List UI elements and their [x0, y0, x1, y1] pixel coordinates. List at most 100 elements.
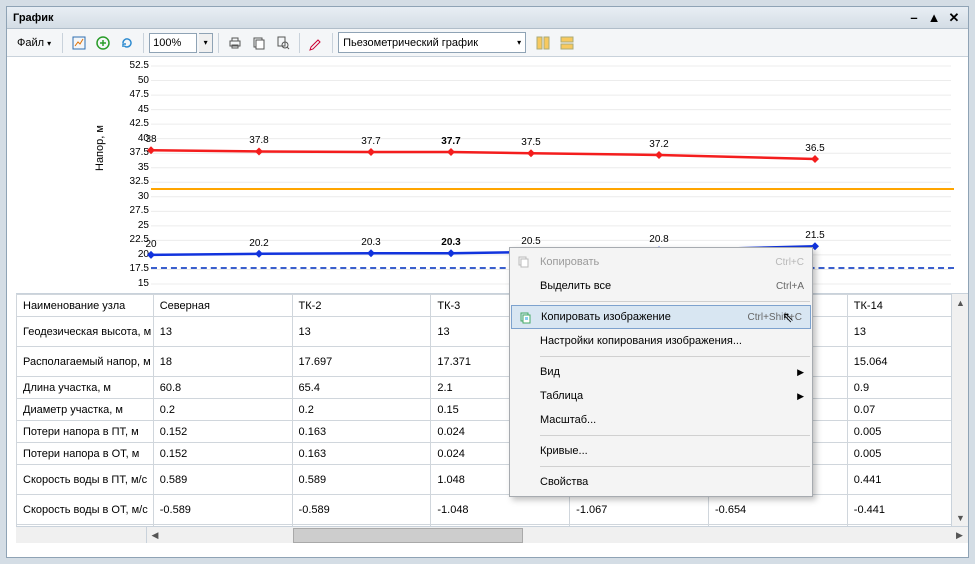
point-label: 37.2: [649, 139, 668, 150]
cm-copy: Копировать Ctrl+C: [510, 250, 812, 274]
close-button[interactable]: ✕: [946, 11, 962, 25]
table-row: Длина участка, м60.865.42.10.9: [17, 377, 968, 399]
print-button[interactable]: [224, 32, 246, 54]
row-header: Геодезическая высота, м: [17, 317, 154, 347]
table-cell[interactable]: 18: [153, 347, 292, 377]
table-cell[interactable]: 0.441: [847, 465, 967, 495]
zoom-dropdown[interactable]: ▾: [199, 33, 213, 53]
table-cell[interactable]: 13: [153, 317, 292, 347]
table-cell[interactable]: 17.697: [292, 347, 431, 377]
table-props-button-1[interactable]: [532, 32, 554, 54]
new-chart-button[interactable]: [68, 32, 90, 54]
point-label: 20: [145, 239, 156, 250]
table-cell[interactable]: 13: [847, 317, 967, 347]
horizontal-scrollbar[interactable]: ◀ ▶: [16, 526, 968, 543]
cm-curves[interactable]: Кривые...: [510, 439, 812, 463]
table-cell[interactable]: 13: [292, 317, 431, 347]
table-cell[interactable]: 0.2: [153, 399, 292, 421]
scroll-thumb[interactable]: [293, 528, 523, 543]
table-cell[interactable]: 0.005: [847, 421, 967, 443]
cm-scale[interactable]: Масштаб...: [510, 408, 812, 432]
point-label: 37.5: [521, 137, 540, 148]
table-cell[interactable]: 65.4: [292, 377, 431, 399]
table-cell[interactable]: 0.589: [153, 465, 292, 495]
cm-table[interactable]: Таблица ▶: [510, 384, 812, 408]
table-cell[interactable]: -1.048: [431, 495, 570, 525]
table-cell[interactable]: ТК-2: [292, 295, 431, 317]
table-cell[interactable]: 0.9: [847, 377, 967, 399]
content-area: Напор, м 52.55047.54542.54037.53532.5302…: [7, 57, 968, 557]
table-cell[interactable]: -0.441: [847, 495, 967, 525]
table-cell[interactable]: 0.589: [292, 465, 431, 495]
chevron-down-icon: ▾: [47, 39, 51, 48]
preview-button[interactable]: [272, 32, 294, 54]
table-cell[interactable]: 60.8: [153, 377, 292, 399]
cursor-icon: ⇖: [782, 309, 794, 326]
point-label: 20.3: [361, 237, 380, 248]
point-label: 36.5: [805, 143, 824, 154]
vertical-scrollbar[interactable]: ▲ ▼: [951, 294, 968, 526]
point-label: 20.3: [441, 237, 460, 248]
window-title: График: [13, 12, 906, 24]
maximize-button[interactable]: ▲: [926, 11, 942, 25]
table-cell[interactable]: 0.163: [292, 421, 431, 443]
table-cell[interactable]: -0.589: [153, 495, 292, 525]
data-table[interactable]: Наименование узлаСевернаяТК-2ТК-3ТК-14Ге…: [16, 294, 968, 543]
cm-properties[interactable]: Свойства: [510, 470, 812, 494]
cm-view[interactable]: Вид ▶: [510, 360, 812, 384]
ytick: 15: [138, 279, 149, 289]
scroll-up-arrow[interactable]: ▲: [952, 294, 968, 311]
table-cell[interactable]: Северная: [153, 295, 292, 317]
table-cell[interactable]: 0.07: [847, 399, 967, 421]
zoom-input[interactable]: [149, 33, 197, 53]
row-header: Располагаемый напор, м: [17, 347, 154, 377]
table-cell[interactable]: 0.152: [153, 421, 292, 443]
table-cell[interactable]: 0.163: [292, 443, 431, 465]
table-cell[interactable]: 0.152: [153, 443, 292, 465]
point-label: 20.8: [649, 234, 668, 245]
table-cell[interactable]: 0.2: [292, 399, 431, 421]
point-label: 37.8: [249, 135, 268, 146]
chart-svg: [16, 61, 316, 211]
row-header: Потери напора в ПТ, м: [17, 421, 154, 443]
chart-plot[interactable]: Напор, м 52.55047.54542.54037.53532.5302…: [16, 61, 954, 289]
table-cell[interactable]: ТК-14: [847, 295, 967, 317]
row-header: Скорость воды в ОТ, м/с: [17, 495, 154, 525]
table-cell[interactable]: 15.064: [847, 347, 967, 377]
file-menu[interactable]: Файл ▾: [11, 34, 57, 52]
table-props-button-2[interactable]: [556, 32, 578, 54]
submenu-arrow-icon: ▶: [797, 391, 804, 402]
scroll-right-arrow[interactable]: ▶: [951, 527, 968, 544]
data-table-wrapper: Наименование узлаСевернаяТК-2ТК-3ТК-14Ге…: [16, 293, 968, 543]
table-row: Потери напора в ОТ, м0.1520.1630.0240.32…: [17, 443, 968, 465]
copy-image-icon: [518, 310, 534, 326]
table-row: Диаметр участка, м0.20.20.150.07: [17, 399, 968, 421]
table-cell[interactable]: -0.654: [708, 495, 847, 525]
row-header: Диаметр участка, м: [17, 399, 154, 421]
point-label: 38: [145, 134, 156, 145]
table-cell[interactable]: -0.589: [292, 495, 431, 525]
edit-button[interactable]: [305, 32, 327, 54]
minimize-button[interactable]: –: [906, 11, 922, 25]
cm-copy-image-settings[interactable]: Настройки копирования изображения...: [510, 329, 812, 353]
point-label: 37.7: [361, 136, 380, 147]
table-cell[interactable]: 0.005: [847, 443, 967, 465]
row-header: Длина участка, м: [17, 377, 154, 399]
table-cell[interactable]: -1.067: [570, 495, 709, 525]
table-row: Наименование узлаСевернаяТК-2ТК-3ТК-14: [17, 295, 968, 317]
scroll-left-arrow[interactable]: ◀: [146, 527, 163, 544]
point-label: 21.5: [805, 230, 824, 241]
window-controls: – ▲ ✕: [906, 11, 962, 25]
cm-copy-image[interactable]: Копировать изображение ⇖ Ctrl+Shift+C: [511, 305, 811, 329]
chart-type-select[interactable]: Пьезометрический график ▾: [338, 32, 526, 53]
scroll-down-arrow[interactable]: ▼: [952, 509, 968, 526]
table-row: Скорость воды в ОТ, м/с-0.589-0.589-1.04…: [17, 495, 968, 525]
refresh-button[interactable]: [116, 32, 138, 54]
add-button[interactable]: [92, 32, 114, 54]
table-row: Геодезическая высота, м13131313: [17, 317, 968, 347]
ytick: 17.5: [130, 264, 149, 274]
cm-select-all[interactable]: Выделить все Ctrl+A: [510, 274, 812, 298]
context-menu: Копировать Ctrl+C Выделить все Ctrl+A Ко…: [509, 247, 813, 497]
copy-button[interactable]: [248, 32, 270, 54]
point-label: 37.7: [441, 136, 460, 147]
